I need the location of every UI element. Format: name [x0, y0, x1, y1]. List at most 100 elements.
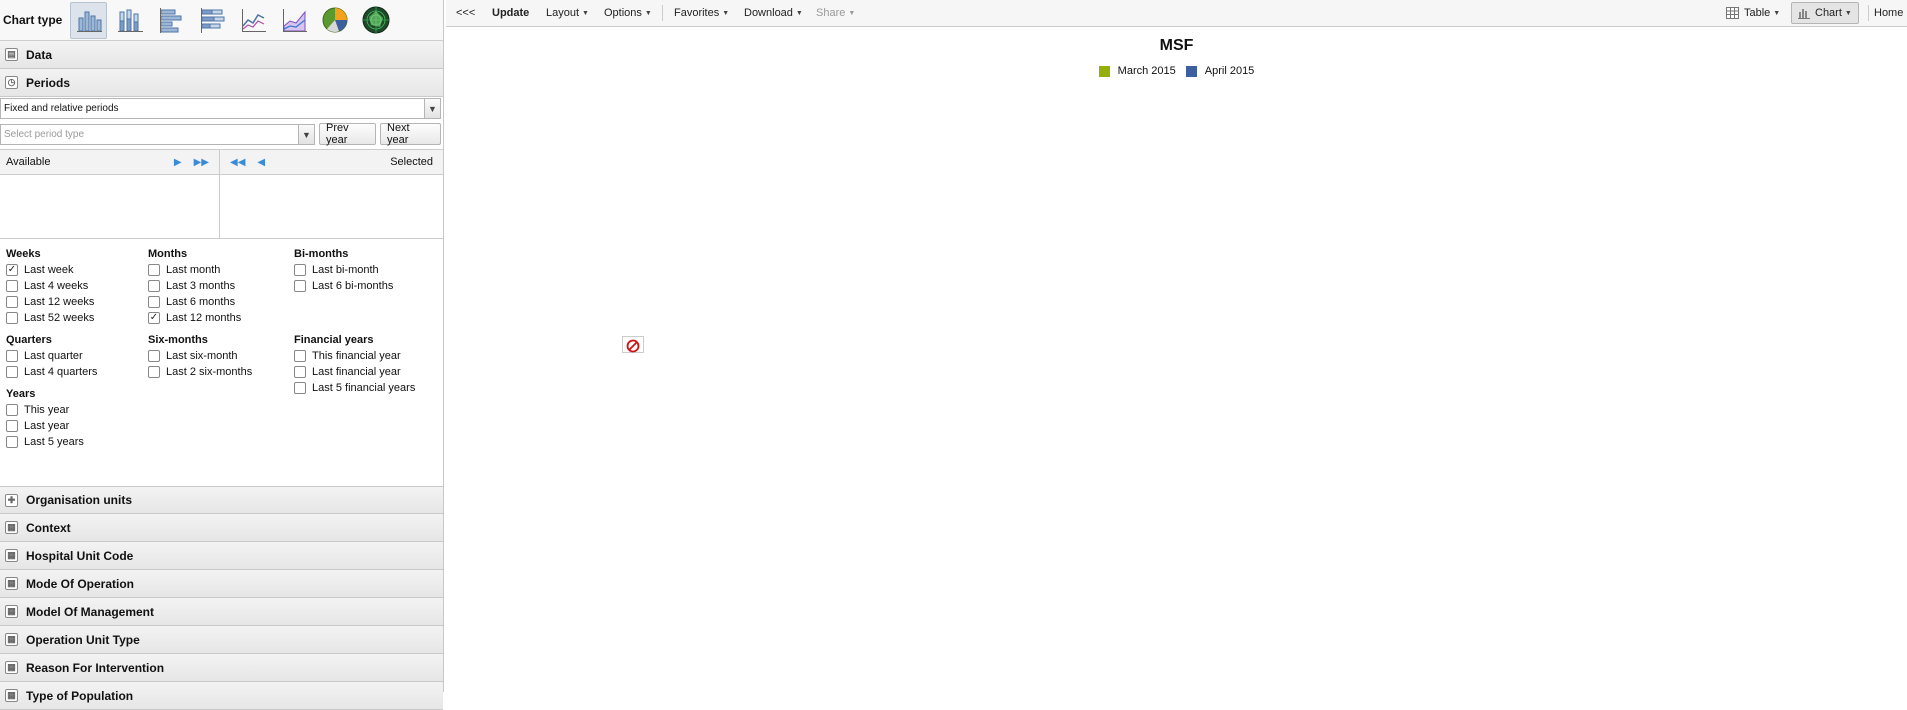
- deselect-all-icon[interactable]: ◀◀: [230, 157, 245, 168]
- periods-section-header[interactable]: ◷ Periods: [0, 69, 443, 97]
- chevron-down-icon[interactable]: ▼: [298, 125, 314, 144]
- caret-down-icon: ▼: [795, 9, 803, 17]
- checkbox-last-6-months[interactable]: Last 6 months: [148, 294, 288, 310]
- checkbox[interactable]: [6, 350, 18, 362]
- checkbox[interactable]: [294, 350, 306, 362]
- table-view-button[interactable]: Table ▼: [1726, 0, 1780, 26]
- period-type-select[interactable]: Select period type ▼: [0, 124, 315, 145]
- caret-down-icon: ▼: [722, 9, 730, 17]
- collapse-panel-button[interactable]: <<<: [456, 0, 475, 26]
- checkbox[interactable]: [6, 280, 18, 292]
- operation-unit-type-section-header[interactable]: ▦ Operation Unit Type: [0, 626, 443, 654]
- weeks-heading: Weeks: [6, 248, 41, 260]
- checkbox-last-6-bi-months[interactable]: Last 6 bi-months: [294, 278, 442, 294]
- selected-periods-list[interactable]: [220, 175, 443, 238]
- home-link[interactable]: Home: [1874, 0, 1903, 26]
- bar-chart-button[interactable]: [152, 2, 189, 39]
- checkbox-last-4-quarters[interactable]: Last 4 quarters: [6, 364, 146, 380]
- stacked-bar-chart-button[interactable]: [193, 2, 230, 39]
- reason-for-intervention-section-header[interactable]: ▦ Reason For Intervention: [0, 654, 443, 682]
- checkbox-last-52-weeks[interactable]: Last 52 weeks: [6, 310, 146, 326]
- next-year-button[interactable]: Next year: [380, 122, 441, 146]
- stacked-column-chart-button[interactable]: [111, 2, 148, 39]
- checkbox[interactable]: [6, 296, 18, 308]
- checkbox-last-3-months[interactable]: Last 3 months: [148, 278, 288, 294]
- checkbox[interactable]: [148, 296, 160, 308]
- context-section-header[interactable]: ▦ Context: [0, 514, 443, 542]
- period-mode-value: Fixed and relative periods: [4, 103, 119, 114]
- checkbox-last-12-months[interactable]: ✓ Last 12 months: [148, 310, 288, 326]
- line-chart-button[interactable]: [234, 2, 271, 39]
- legend-label-april-2015: April 2015: [1204, 65, 1255, 77]
- legend-item-april-2015[interactable]: April 2015: [1185, 65, 1255, 77]
- update-button[interactable]: Update: [492, 0, 529, 26]
- checkbox[interactable]: [148, 280, 160, 292]
- checkbox-last-bi-month[interactable]: Last bi-month: [294, 262, 442, 278]
- checkbox-last-5-years[interactable]: Last 5 years: [6, 434, 146, 450]
- checkbox-last-week[interactable]: ✓ Last week: [6, 262, 146, 278]
- chart-type-bar: Chart type: [0, 0, 443, 41]
- select-one-icon[interactable]: ▶: [174, 157, 182, 168]
- deselect-one-icon[interactable]: ◀: [257, 157, 265, 168]
- checkbox[interactable]: [6, 420, 18, 432]
- data-section-header[interactable]: ▤ Data: [0, 41, 443, 69]
- pie-chart-button[interactable]: [316, 2, 353, 39]
- radar-chart-button[interactable]: [357, 2, 394, 39]
- checkbox-last-financial-year[interactable]: Last financial year: [294, 364, 442, 380]
- checkbox-label: Last 6 bi-months: [312, 280, 394, 292]
- no-entry-icon: [626, 339, 640, 353]
- checkbox-last-5-financial-years[interactable]: Last 5 financial years: [294, 380, 442, 396]
- checkbox[interactable]: [148, 350, 160, 362]
- checkbox-last-4-weeks[interactable]: Last 4 weeks: [6, 278, 146, 294]
- checkbox[interactable]: [6, 436, 18, 448]
- checkbox[interactable]: [294, 264, 306, 276]
- checkbox-label: Last 2 six-months: [166, 366, 253, 378]
- select-all-icon[interactable]: ▶▶: [194, 157, 209, 168]
- checkbox[interactable]: [6, 404, 18, 416]
- checkbox[interactable]: [294, 366, 306, 378]
- checkbox-checked[interactable]: ✓: [6, 264, 18, 276]
- org-units-section-header[interactable]: ✚ Organisation units: [0, 486, 443, 514]
- checkbox-this-year[interactable]: This year: [6, 402, 146, 418]
- sixmonths-heading: Six-months: [148, 334, 208, 346]
- checkbox[interactable]: [294, 280, 306, 292]
- checkbox-last-year[interactable]: Last year: [6, 418, 146, 434]
- chart-view-button[interactable]: Chart ▼: [1791, 2, 1859, 24]
- favorites-menu[interactable]: Favorites ▼: [674, 0, 729, 26]
- model-of-management-section-header[interactable]: ▦ Model Of Management: [0, 598, 443, 626]
- org-units-section-label: Organisation units: [26, 493, 133, 507]
- options-menu[interactable]: Options ▼: [604, 0, 652, 26]
- checkbox[interactable]: [148, 366, 160, 378]
- checkbox-last-quarter[interactable]: Last quarter: [6, 348, 146, 364]
- checkbox-label: Last financial year: [312, 366, 401, 378]
- checkbox-this-financial-year[interactable]: This financial year: [294, 348, 442, 364]
- checkbox-checked[interactable]: ✓: [148, 312, 160, 324]
- checkbox-label: Last 4 quarters: [24, 366, 98, 378]
- area-chart-button[interactable]: [275, 2, 312, 39]
- stacked-bar-chart-icon: [200, 8, 225, 33]
- checkbox[interactable]: [6, 312, 18, 324]
- available-periods-list[interactable]: [0, 175, 220, 238]
- share-menu[interactable]: Share ▼: [816, 0, 855, 26]
- period-mode-select[interactable]: Fixed and relative periods ▼: [0, 98, 441, 119]
- chevron-down-icon[interactable]: ▼: [424, 99, 440, 118]
- checkbox[interactable]: [6, 366, 18, 378]
- prev-year-button[interactable]: Prev year: [319, 122, 376, 146]
- download-menu[interactable]: Download ▼: [744, 0, 803, 26]
- checkbox-last-six-month[interactable]: Last six-month: [148, 348, 288, 364]
- checkbox-label: Last 52 weeks: [24, 312, 95, 324]
- hospital-unit-code-section-header[interactable]: ▦ Hospital Unit Code: [0, 542, 443, 570]
- checkbox[interactable]: [294, 382, 306, 394]
- mode-of-operation-section-header[interactable]: ▦ Mode Of Operation: [0, 570, 443, 598]
- checkbox-last-12-weeks[interactable]: Last 12 weeks: [6, 294, 146, 310]
- column-chart-button[interactable]: [70, 1, 108, 39]
- checkbox-last-month[interactable]: Last month: [148, 262, 288, 278]
- data-icon: ▤: [5, 48, 18, 61]
- legend-item-march-2015[interactable]: March 2015: [1098, 65, 1176, 77]
- checkbox-label: Last 6 months: [166, 296, 236, 308]
- left-panel: Chart type ▤ Data ◷ Periods Fixed and re…: [0, 0, 444, 710]
- checkbox-last-2-six-months[interactable]: Last 2 six-months: [148, 364, 288, 380]
- type-of-population-section-header[interactable]: ▦ Type of Population: [0, 682, 443, 710]
- layout-menu[interactable]: Layout ▼: [546, 0, 589, 26]
- checkbox[interactable]: [148, 264, 160, 276]
